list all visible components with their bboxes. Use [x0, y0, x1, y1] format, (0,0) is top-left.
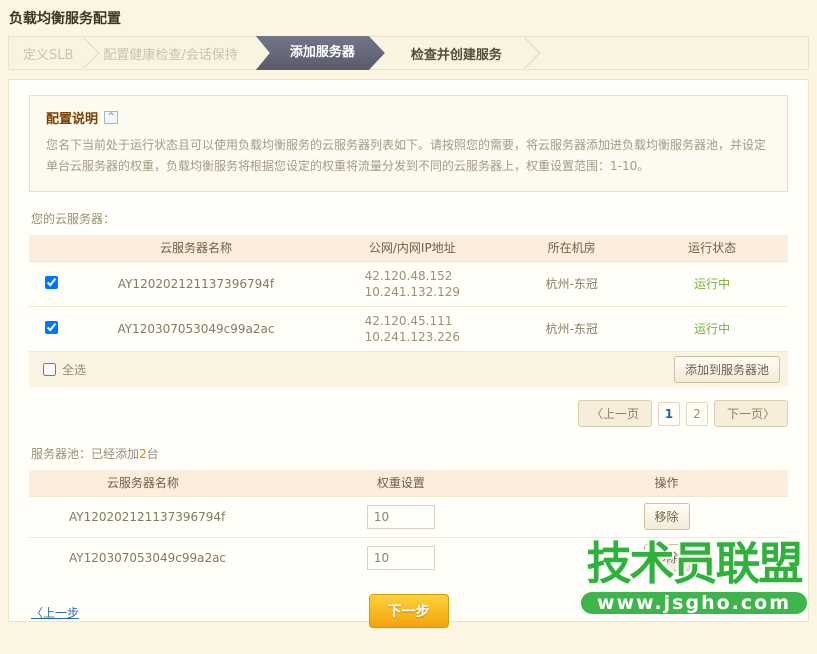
- chevron-right-icon: [509, 37, 540, 68]
- server-row-checkbox[interactable]: [45, 276, 58, 289]
- watermark-url: www.jsgho.com: [579, 590, 809, 616]
- servers-section-label: 您的云服务器：: [31, 210, 788, 227]
- wizard-steps-bar: 定义SLB 配置健康检查/会话保持 添加服务器 检查并创建服务: [8, 36, 809, 70]
- notice-title: 配置说明: [46, 108, 98, 127]
- select-all-checkbox[interactable]: [43, 363, 56, 376]
- select-all[interactable]: 全选: [43, 361, 86, 378]
- back-step-link[interactable]: 〈上一步: [31, 604, 79, 621]
- page-number-2[interactable]: 2: [686, 402, 708, 426]
- private-ip: 10.241.132.129: [365, 285, 460, 299]
- select-all-label: 全选: [62, 361, 86, 378]
- page-number-1[interactable]: 1: [658, 402, 680, 426]
- servers-table-header: 云服务器名称 公网/内网IP地址 所在机房 运行状态: [29, 235, 788, 261]
- server-row-checkbox[interactable]: [45, 321, 58, 334]
- pool-count: 2: [139, 447, 147, 461]
- server-row: AY120307053049c99a2ac 42.120.45.111 10.2…: [29, 306, 788, 351]
- servers-table: 云服务器名称 公网/内网IP地址 所在机房 运行状态 AY12020212113…: [29, 235, 788, 387]
- col-datacenter: 所在机房: [507, 235, 636, 261]
- next-page-button[interactable]: 下一页〉: [714, 400, 788, 427]
- col-ip: 公网/内网IP地址: [317, 235, 507, 261]
- col-weight: 权重设置: [257, 470, 545, 496]
- collapse-icon[interactable]: ^: [104, 111, 118, 124]
- private-ip: 10.241.123.226: [365, 330, 460, 344]
- step-add-server-active: 添加服务器: [256, 36, 385, 70]
- server-datacenter: 杭州-东冠: [507, 306, 636, 351]
- col-status: 运行状态: [636, 235, 788, 261]
- pool-table-header: 云服务器名称 权重设置 操作: [29, 470, 788, 496]
- pool-section-label: 服务器池：已经添加2台: [31, 445, 788, 462]
- pool-row: AY120202121137396794f 移除: [29, 496, 788, 537]
- col-action: 操作: [545, 470, 788, 496]
- pagination: 〈上一页 1 2 下一页〉: [29, 400, 788, 427]
- pool-server-name: AY120202121137396794f: [29, 496, 257, 537]
- chevron-right-icon: [69, 37, 100, 68]
- public-ip: 42.120.45.111: [365, 314, 453, 328]
- pool-server-name: AY120307053049c99a2ac: [29, 537, 257, 578]
- step-health-check: 配置健康检查/会话保持: [89, 44, 251, 63]
- weight-input[interactable]: [367, 505, 435, 529]
- notice-box: 配置说明 ^ 您名下当前处于运行状态且可以使用负载均衡服务的云服务器列表如下。请…: [29, 95, 788, 192]
- server-row: AY120202121137396794f 42.120.48.152 10.2…: [29, 261, 788, 306]
- col-server-name: 云服务器名称: [75, 235, 318, 261]
- watermark-logo: 技术员联盟 www.jsgho.com: [579, 540, 809, 616]
- col-pool-server-name: 云服务器名称: [29, 470, 257, 496]
- server-datacenter: 杭州-东冠: [507, 261, 636, 306]
- add-to-pool-button[interactable]: 添加到服务器池: [674, 356, 780, 383]
- remove-button[interactable]: 移除: [644, 503, 690, 530]
- server-status: 运行中: [636, 306, 788, 351]
- step-review-create: 检查并创建服务: [385, 44, 528, 63]
- watermark-title: 技术员联盟: [579, 540, 809, 588]
- server-name: AY120202121137396794f: [75, 261, 318, 306]
- page-title: 负载均衡服务配置: [0, 0, 817, 36]
- public-ip: 42.120.48.152: [365, 269, 453, 283]
- server-ips: 42.120.45.111 10.241.123.226: [365, 313, 460, 345]
- server-status: 运行中: [636, 261, 788, 306]
- server-ips: 42.120.48.152 10.241.132.129: [365, 268, 460, 300]
- notice-body: 您名下当前处于运行状态且可以使用负载均衡服务的云服务器列表如下。请按照您的需要，…: [46, 135, 771, 177]
- weight-input[interactable]: [367, 546, 435, 570]
- prev-page-button[interactable]: 〈上一页: [578, 400, 652, 427]
- next-step-button[interactable]: 下一步: [369, 594, 449, 628]
- server-name: AY120307053049c99a2ac: [75, 306, 318, 351]
